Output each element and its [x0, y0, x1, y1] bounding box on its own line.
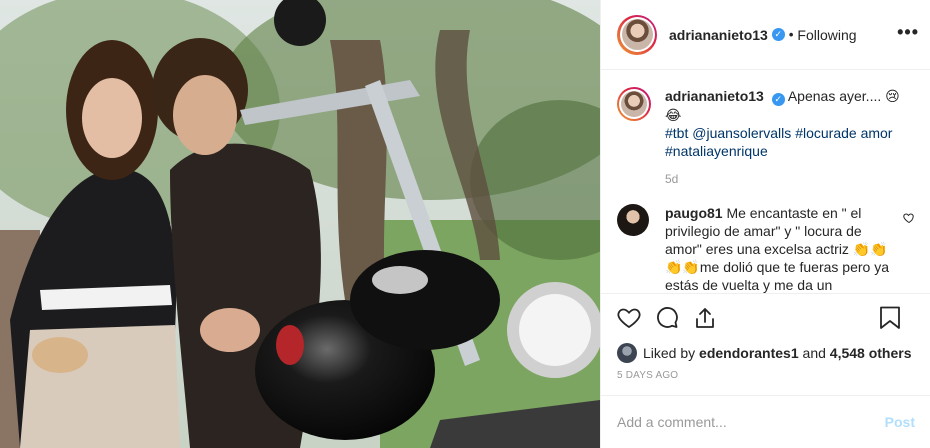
post-photo-illustration — [0, 0, 600, 448]
comments-section: adriananieto13 ✓ Apenas ayer.... 😢😂 #tbt… — [601, 71, 930, 293]
likes-joiner: and — [802, 345, 826, 361]
caption-time[interactable]: 5d — [665, 170, 915, 188]
caption: adriananieto13 ✓ Apenas ayer.... 😢😂 #tbt… — [617, 87, 915, 188]
header-avatar[interactable] — [617, 14, 657, 55]
post-side-panel: adriananieto13 ✓ • Following ••• adriana… — [600, 0, 930, 448]
action-icons — [617, 294, 915, 342]
post-comment-button[interactable]: Post — [885, 414, 915, 430]
avatar-image — [621, 91, 647, 117]
likes-summary: Liked by edendorantes1 and 4,548 others — [617, 342, 915, 364]
commenter-avatar[interactable] — [617, 204, 649, 236]
share-icon[interactable] — [693, 306, 717, 330]
caption-username[interactable]: adriananieto13 — [665, 88, 764, 104]
post-actions: Liked by edendorantes1 and 4,548 others … — [601, 293, 930, 381]
comment-body: paugo81 Me encantaste en " el privilegio… — [665, 204, 893, 293]
avatar-image — [621, 19, 653, 50]
add-comment-bar: Add a comment... Post — [601, 395, 930, 448]
likes-count-link[interactable]: 4,548 others — [830, 345, 912, 361]
more-options-icon[interactable]: ••• — [897, 22, 919, 43]
post-photo[interactable] — [0, 0, 600, 448]
mention-link[interactable]: @juansolervalls — [692, 125, 791, 141]
hashtag-link[interactable]: #tbt — [665, 125, 688, 141]
header-separator: • — [788, 27, 794, 42]
post-timestamp[interactable]: 5 DAYS AGO — [617, 370, 915, 381]
caption-body: adriananieto13 ✓ Apenas ayer.... 😢😂 #tbt… — [665, 87, 915, 188]
post-header: adriananieto13 ✓ • Following ••• — [601, 0, 930, 70]
verified-badge-icon: ✓ — [771, 93, 785, 106]
heart-icon[interactable] — [617, 306, 641, 330]
verified-badge-icon: ✓ — [771, 28, 785, 41]
hashtag-link[interactable]: #nataliayenrique — [665, 143, 768, 159]
comment-icon[interactable] — [655, 306, 679, 330]
header-username[interactable]: adriananieto13 — [669, 27, 768, 43]
comment-username[interactable]: paugo81 — [665, 205, 723, 221]
following-button[interactable]: Following — [797, 27, 856, 43]
liker-avatar[interactable] — [617, 343, 637, 363]
comment-like-heart-icon[interactable] — [903, 212, 915, 224]
caption-avatar[interactable] — [617, 87, 651, 121]
bookmark-icon[interactable] — [879, 306, 901, 330]
add-comment-input[interactable]: Add a comment... — [617, 414, 885, 430]
liker-username[interactable]: edendorantes1 — [699, 345, 799, 361]
comment-item: paugo81 Me encantaste en " el privilegio… — [617, 204, 915, 293]
hashtag-link[interactable]: #locurade amor — [795, 125, 892, 141]
likes-prefix: Liked by — [643, 345, 696, 361]
